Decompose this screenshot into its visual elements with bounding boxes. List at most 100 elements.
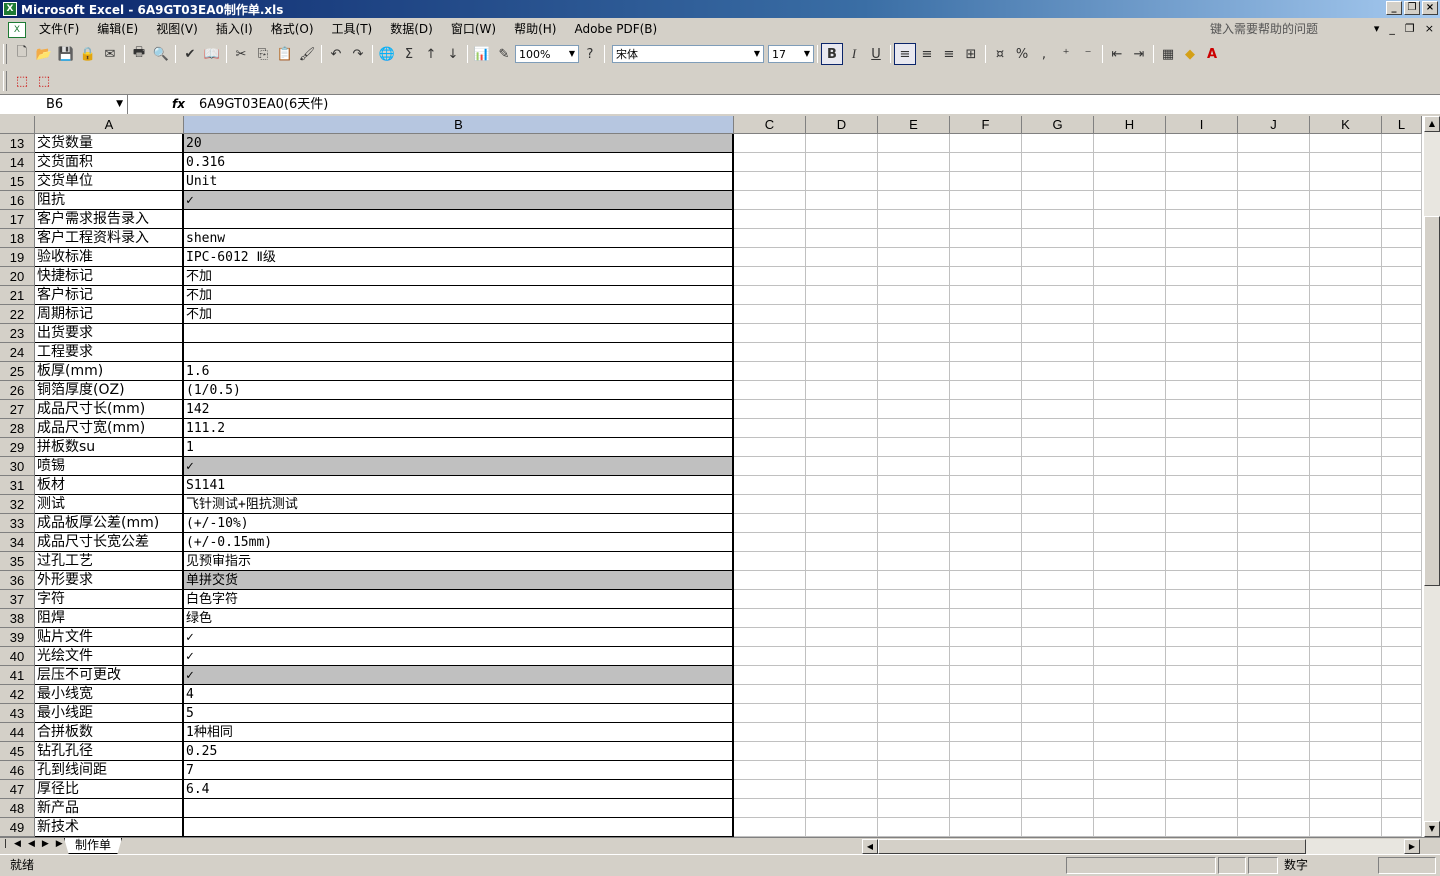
cell-j[interactable] [1238, 609, 1310, 628]
scroll-down-icon[interactable]: ▼ [1424, 821, 1440, 837]
cell-k[interactable] [1310, 723, 1382, 742]
cell-k[interactable] [1310, 704, 1382, 723]
cell-i[interactable] [1166, 514, 1238, 533]
cell-l[interactable] [1382, 172, 1422, 191]
cell-i[interactable] [1166, 305, 1238, 324]
cell-h[interactable] [1094, 324, 1166, 343]
column-header-k[interactable]: K [1310, 116, 1382, 134]
column-header-i[interactable]: I [1166, 116, 1238, 134]
cell-l[interactable] [1382, 343, 1422, 362]
cell-f[interactable] [950, 286, 1022, 305]
cell-c[interactable] [734, 267, 806, 286]
cell-d[interactable] [806, 552, 878, 571]
doc-minimize-icon[interactable]: _ [1389, 22, 1395, 35]
insert-function-icon[interactable]: fx [172, 95, 185, 114]
cell-h[interactable] [1094, 134, 1166, 153]
cell-e[interactable] [878, 761, 950, 780]
cell-l[interactable] [1382, 704, 1422, 723]
cell-h[interactable] [1094, 248, 1166, 267]
cell-h[interactable] [1094, 704, 1166, 723]
menu-insert[interactable]: 插入(I) [207, 18, 262, 41]
cell-i[interactable] [1166, 248, 1238, 267]
cell-h[interactable] [1094, 476, 1166, 495]
cell-a[interactable]: 孔到线间距 [35, 761, 184, 780]
cell-d[interactable] [806, 799, 878, 818]
cell-g[interactable] [1022, 400, 1094, 419]
cell-d[interactable] [806, 647, 878, 666]
row-header[interactable]: 46 [0, 761, 35, 780]
cell-b[interactable]: ✓ [184, 457, 734, 476]
cell-g[interactable] [1022, 248, 1094, 267]
vertical-scrollbar[interactable]: ▲ ▼ [1424, 116, 1440, 837]
cell-a[interactable]: 快捷标记 [35, 267, 184, 286]
vertical-scroll-thumb[interactable] [1424, 216, 1440, 586]
cell-f[interactable] [950, 495, 1022, 514]
cell-f[interactable] [950, 571, 1022, 590]
cell-k[interactable] [1310, 818, 1382, 837]
restore-button[interactable]: ❐ [1404, 1, 1420, 15]
cell-a[interactable]: 过孔工艺 [35, 552, 184, 571]
row-header[interactable]: 41 [0, 666, 35, 685]
row-header[interactable]: 15 [0, 172, 35, 191]
cell-j[interactable] [1238, 476, 1310, 495]
column-header-l[interactable]: L [1382, 116, 1422, 134]
cell-j[interactable] [1238, 381, 1310, 400]
cell-b[interactable]: shenw [184, 229, 734, 248]
row-header[interactable]: 26 [0, 381, 35, 400]
cell-j[interactable] [1238, 324, 1310, 343]
align-left-icon[interactable]: ≡ [894, 43, 916, 65]
cell-j[interactable] [1238, 286, 1310, 305]
row-header[interactable]: 45 [0, 742, 35, 761]
cell-b[interactable]: 6.4 [184, 780, 734, 799]
cell-h[interactable] [1094, 666, 1166, 685]
cell-g[interactable] [1022, 552, 1094, 571]
cell-h[interactable] [1094, 609, 1166, 628]
cell-j[interactable] [1238, 495, 1310, 514]
cell-d[interactable] [806, 571, 878, 590]
cell-b[interactable]: 111.2 [184, 419, 734, 438]
cell-d[interactable] [806, 305, 878, 324]
cell-f[interactable] [950, 343, 1022, 362]
cell-k[interactable] [1310, 381, 1382, 400]
worksheet-grid[interactable]: ABCDEFGHIJKL 13 交货数量 20 14 交货面积 0.316 15 交货单位 Un… [0, 116, 1424, 837]
cell-f[interactable] [950, 267, 1022, 286]
cell-g[interactable] [1022, 267, 1094, 286]
row-header[interactable]: 18 [0, 229, 35, 248]
cell-c[interactable] [734, 362, 806, 381]
font-color-icon[interactable]: A [1201, 43, 1223, 65]
cell-e[interactable] [878, 362, 950, 381]
cell-j[interactable] [1238, 704, 1310, 723]
cell-l[interactable] [1382, 723, 1422, 742]
cell-d[interactable] [806, 134, 878, 153]
cell-f[interactable] [950, 362, 1022, 381]
cell-d[interactable] [806, 704, 878, 723]
cell-k[interactable] [1310, 609, 1382, 628]
cell-d[interactable] [806, 780, 878, 799]
cell-a[interactable]: 钻孔孔径 [35, 742, 184, 761]
cell-h[interactable] [1094, 457, 1166, 476]
cell-e[interactable] [878, 590, 950, 609]
cell-e[interactable] [878, 305, 950, 324]
horizontal-scrollbar[interactable]: ◀ ▶ [862, 839, 1420, 854]
cell-g[interactable] [1022, 628, 1094, 647]
cell-k[interactable] [1310, 400, 1382, 419]
cell-h[interactable] [1094, 229, 1166, 248]
menu-window[interactable]: 窗口(W) [442, 18, 505, 41]
scroll-left-icon[interactable]: ◀ [862, 839, 878, 854]
cell-g[interactable] [1022, 704, 1094, 723]
cell-e[interactable] [878, 666, 950, 685]
cell-b[interactable]: 0.25 [184, 742, 734, 761]
cell-b[interactable]: Unit [184, 172, 734, 191]
cell-b[interactable]: 白色字符 [184, 590, 734, 609]
cell-l[interactable] [1382, 628, 1422, 647]
cell-g[interactable] [1022, 381, 1094, 400]
cell-i[interactable] [1166, 172, 1238, 191]
row-header[interactable]: 48 [0, 799, 35, 818]
cell-e[interactable] [878, 248, 950, 267]
borders-icon[interactable]: ▦ [1157, 43, 1179, 65]
cell-j[interactable] [1238, 438, 1310, 457]
column-header-b[interactable]: B [184, 116, 734, 134]
row-header[interactable]: 21 [0, 286, 35, 305]
cell-d[interactable] [806, 153, 878, 172]
cell-f[interactable] [950, 229, 1022, 248]
